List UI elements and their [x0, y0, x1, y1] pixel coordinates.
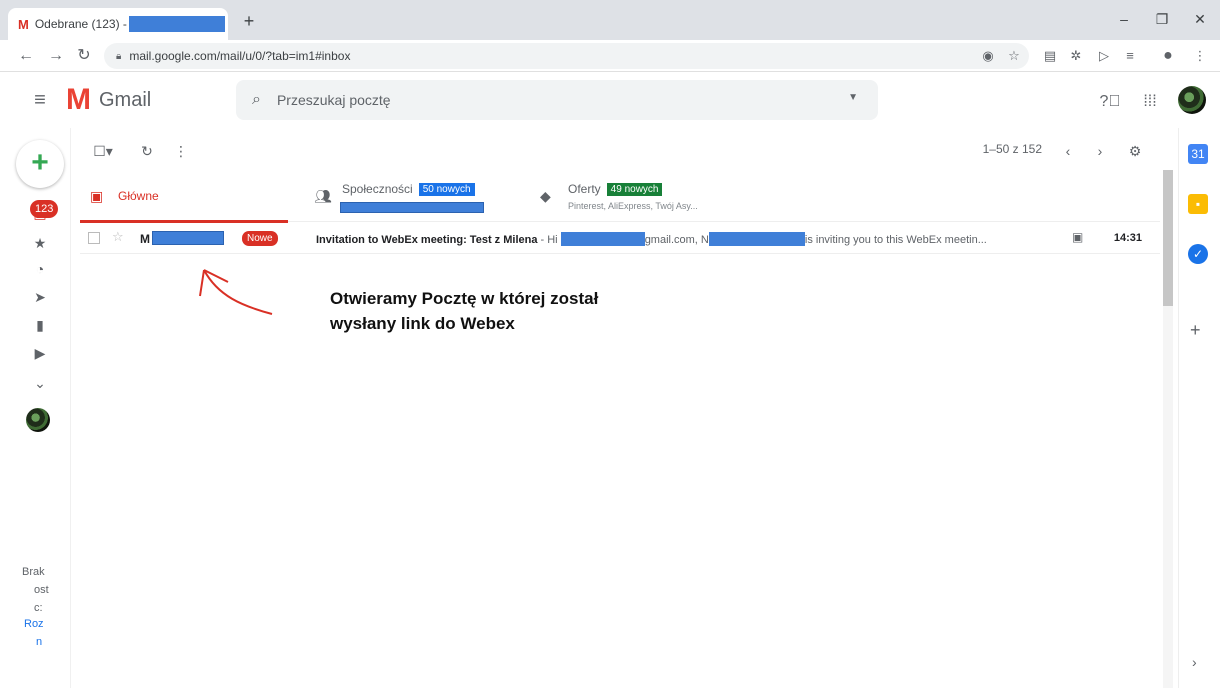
add-addon-icon[interactable]: + [1190, 320, 1201, 341]
eye-icon[interactable]: ◉ [978, 46, 998, 66]
label-icon[interactable]: ▶ [28, 342, 52, 364]
hangouts-avatar[interactable] [26, 408, 50, 432]
refresh-icon[interactable]: ↻ [136, 140, 158, 162]
more-actions-icon[interactable]: ⋮ [174, 140, 188, 162]
next-page-icon[interactable]: › [1090, 140, 1110, 162]
table-row[interactable]: ☆ M Nowe Invitation to WebEx meeting: Te… [80, 224, 1160, 254]
redacted-block [152, 231, 224, 245]
search-input[interactable] [276, 92, 817, 108]
select-all-checkbox[interactable]: ☐▾ [86, 140, 120, 162]
tab-primary[interactable]: ▣ Główne [80, 170, 306, 223]
help-icon[interactable]: ?⃝ [1098, 90, 1122, 114]
maximize-button[interactable]: ❐ [1150, 8, 1174, 30]
hangouts-text-line: Brak [22, 566, 45, 578]
inbox-count-badge: 123 [30, 200, 59, 218]
tasks-icon[interactable]: ✓ [1188, 244, 1208, 264]
prev-page-icon[interactable]: ‹ [1058, 140, 1078, 162]
email-snippet: - Hi [537, 234, 561, 246]
browser-toolbar: ← → ↻ 🔒︎ mail.google.com/mail/u/0/?tab=i… [0, 40, 1220, 72]
drafts-icon[interactable]: ▮ [28, 314, 52, 336]
menu-kebab-icon[interactable]: ⋮ [1190, 46, 1210, 66]
redacted-block [340, 202, 484, 213]
hangouts-link[interactable]: Roz [24, 618, 64, 630]
main-menu-icon[interactable]: ≡ [28, 88, 52, 112]
calendar-icon[interactable]: 31 [1188, 144, 1208, 164]
tab-promotions[interactable]: ◆ Oferty 49 nowych Pinterest, AliExpress,… [530, 170, 756, 222]
redacted-block [128, 16, 225, 32]
reading-list-icon[interactable]: ≡ [1120, 46, 1140, 66]
new-tab-button[interactable]: + [238, 10, 260, 32]
email-snippet: is inviting you to this WebEx meetin... [804, 234, 987, 246]
search-bar: ⌕ ▼ [236, 80, 878, 120]
annotation-line: wysłany link do Webex [330, 314, 515, 333]
cast-icon[interactable]: ▷ [1094, 46, 1114, 66]
scrollbar-thumb[interactable] [1163, 170, 1173, 306]
sent-icon[interactable]: ➤ [28, 286, 52, 308]
tab-label: Główne [118, 189, 159, 203]
pagination-text: 1–50 z 152 [982, 142, 1042, 156]
expand-panel-chevron-icon[interactable]: › [1192, 654, 1197, 670]
tab-subtitle: Pinterest, AliExpress, Twój Asy... [568, 201, 698, 211]
gmail-favicon-icon: M [18, 16, 29, 32]
new-label-badge: Nowe [242, 231, 278, 246]
annotation-text: Otwieramy Pocztę w której został wysłany… [330, 286, 670, 336]
browser-tab[interactable]: M Odebrane (123) - [8, 8, 228, 40]
bookmark-star-icon[interactable]: ☆ [1004, 46, 1024, 66]
url-text: mail.google.com/mail/u/0/?tab=im1#inbox [129, 49, 351, 63]
new-count-badge: 49 nowych [606, 183, 663, 196]
snoozed-clock-icon[interactable]: ◔ [28, 258, 52, 280]
gmail-header: ≡ M Gmail ⌕ ▼ ?⃝ ⁞⁞⁞ [0, 72, 1220, 128]
redacted-block [560, 232, 645, 246]
back-arrow-icon[interactable]: ← [14, 44, 38, 68]
apps-grid-icon[interactable]: ⁞⁞⁞ [1138, 90, 1162, 114]
calendar-invite-icon: ▣ [1072, 230, 1084, 244]
inbox-icon: ▣ [90, 188, 104, 204]
tag-icon: ◆ [540, 188, 551, 204]
extension-puzzle-icon[interactable]: ✲ [1066, 46, 1086, 66]
lock-icon: 🔒︎ [116, 50, 122, 62]
tab-label-wrap: Społeczności 50 nowych [342, 182, 475, 196]
more-chevron-icon[interactable]: ⌄ [28, 372, 52, 394]
search-icon[interactable]: ⌕ [252, 91, 261, 109]
compose-button[interactable]: + [16, 140, 64, 188]
active-tab-indicator [80, 220, 288, 223]
hangouts-text-line: c: [34, 602, 43, 614]
tab-social[interactable]: 👥︎ Społeczności 50 nowych [304, 170, 530, 222]
app-name: Gmail [99, 88, 152, 111]
search-options-caret-icon[interactable]: ▼ [848, 92, 858, 103]
address-bar[interactable]: 🔒︎ mail.google.com/mail/u/0/?tab=im1#inb… [104, 43, 1029, 69]
email-sender: M [140, 232, 150, 246]
annotation-arrow-icon [199, 269, 273, 315]
tab-label-wrap: Oferty 49 nowych [568, 182, 663, 196]
starred-icon[interactable]: ★ [28, 232, 52, 254]
annotation-line: Otwieramy Pocztę w której został [330, 289, 599, 308]
reload-icon[interactable]: ↻ [72, 44, 96, 68]
redacted-block [708, 232, 805, 246]
gmail-m-logo-icon: M [66, 83, 91, 116]
mail-toolbar: ☐▾ ↻ ⋮ 1–50 z 152 ‹ › ⚙ [80, 136, 1160, 166]
email-subject-line: Invitation to WebEx meeting: Test z Mile… [316, 232, 1066, 246]
tab-label: Społeczności [342, 182, 413, 196]
hangouts-text-line: ost [34, 584, 49, 596]
people-icon: 👥︎ [314, 188, 332, 204]
settings-gear-icon[interactable]: ⚙ [1124, 140, 1146, 162]
new-count-badge: 50 nowych [418, 183, 475, 196]
email-subject: Invitation to WebEx meeting: Test z Mile… [316, 234, 538, 246]
row-checkbox[interactable] [88, 232, 100, 244]
email-snippet: gmail.com, N [644, 234, 709, 246]
forward-arrow-icon[interactable]: → [44, 44, 68, 68]
close-window-button[interactable]: ✕ [1188, 8, 1212, 30]
star-icon[interactable]: ☆ [112, 229, 124, 245]
profile-icon[interactable]: ● [1158, 46, 1178, 66]
category-tabs: ▣ Główne 👥︎ Społeczności 50 nowych ◆ Ofer… [80, 170, 1160, 223]
tab-label: Oferty [568, 182, 601, 196]
minimize-button[interactable]: – [1112, 8, 1136, 30]
email-time: 14:31 [1113, 232, 1142, 244]
gmail-logo[interactable]: M Gmail [66, 83, 152, 116]
keep-icon[interactable]: ▪ [1188, 194, 1208, 214]
account-avatar[interactable] [1178, 86, 1206, 114]
hangouts-link[interactable]: n [36, 636, 76, 648]
tab-title: Odebrane (123) - [34, 17, 127, 31]
extension-icon[interactable]: ▤ [1040, 46, 1060, 66]
